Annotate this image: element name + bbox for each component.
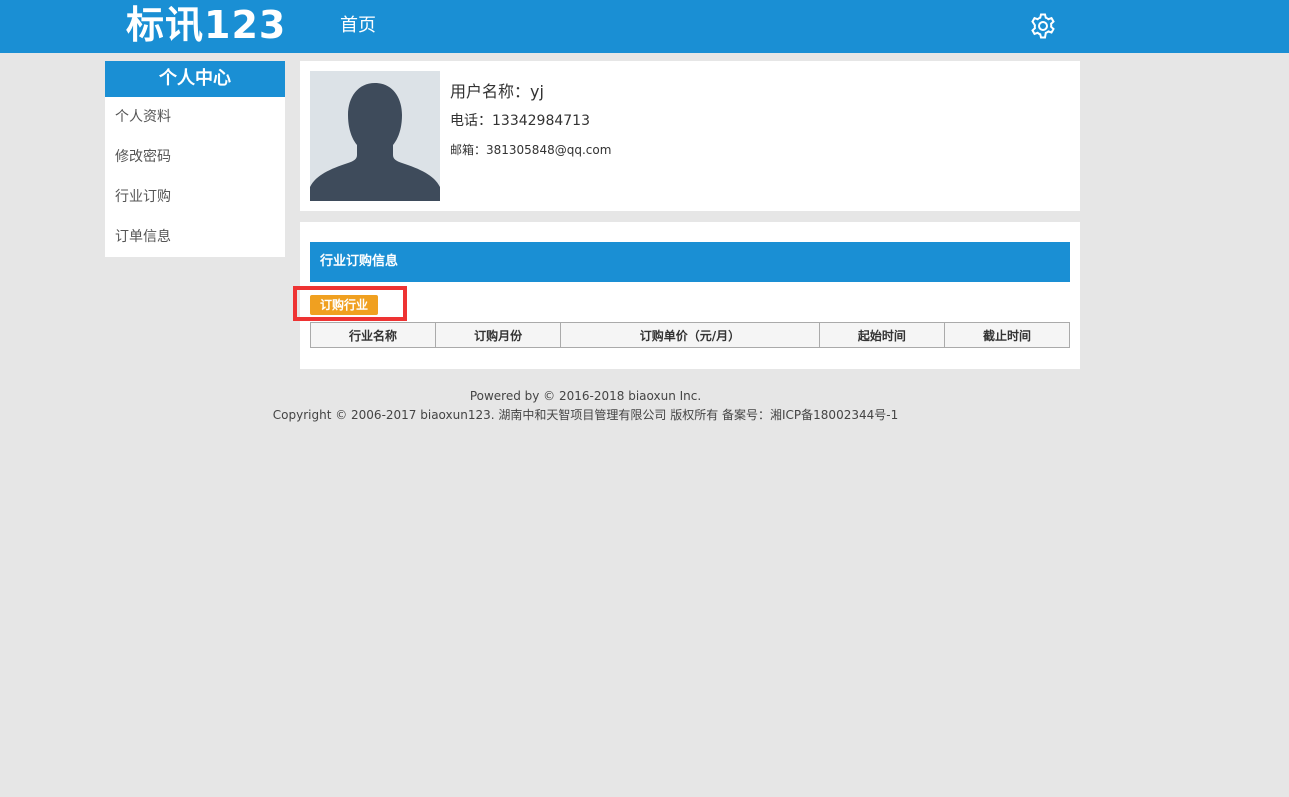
column-industry-name: 行业名称 xyxy=(309,322,437,348)
table-header-row: 行业名称 订购月份 订购单价（元/月） 起始时间 截止时间 xyxy=(309,322,1071,348)
column-subscription-month: 订购月份 xyxy=(435,322,562,348)
avatar-silhouette xyxy=(310,71,440,201)
subscription-title: 行业订购信息 xyxy=(310,242,1070,282)
gear-icon-graphic xyxy=(1031,13,1055,39)
subscription-table: 行业名称 订购月份 订购单价（元/月） 起始时间 截止时间 xyxy=(309,322,1071,348)
highlight-annotation-box xyxy=(293,286,407,321)
profile-card: 用户名称：yj 电话：13342984713 邮箱：381305848@qq.c… xyxy=(300,61,1080,211)
profile-email: 邮箱：381305848@qq.com xyxy=(450,143,612,157)
user-avatar-icon xyxy=(310,71,440,201)
sidebar-title: 个人中心 xyxy=(105,61,285,97)
site-logo[interactable]: 标讯123 xyxy=(126,2,286,48)
profile-username: 用户名称：yj xyxy=(450,82,544,101)
sidebar-item-orders[interactable]: 订单信息 xyxy=(105,217,285,257)
footer: Powered by © 2016-2018 biaoxun Inc. Copy… xyxy=(0,387,1171,425)
sidebar-item-change-password[interactable]: 修改密码 xyxy=(105,137,285,177)
sidebar-item-profile[interactable]: 个人资料 xyxy=(105,97,285,137)
column-start-time: 起始时间 xyxy=(818,322,945,348)
nav-home-link[interactable]: 首页 xyxy=(340,14,376,38)
sidebar: 个人中心 个人资料 修改密码 行业订购 订单信息 xyxy=(105,61,285,257)
footer-copyright: Copyright © 2006-2017 biaoxun123. 湖南中和天智… xyxy=(272,408,899,422)
column-unit-price: 订购单价（元/月） xyxy=(560,322,820,348)
top-navbar: 标讯123 首页 xyxy=(0,0,1289,53)
gear-icon[interactable] xyxy=(1029,12,1057,40)
sidebar-item-industry-subscription[interactable]: 行业订购 xyxy=(105,177,285,217)
footer-powered-by: Powered by © 2016-2018 biaoxun Inc. xyxy=(469,389,702,403)
profile-phone: 电话：13342984713 xyxy=(450,113,590,129)
column-end-time: 截止时间 xyxy=(943,322,1071,348)
subscription-card: 行业订购信息 订购行业 行业名称 订购月份 订购单价（元/月） 起始时间 截止时… xyxy=(300,222,1080,369)
